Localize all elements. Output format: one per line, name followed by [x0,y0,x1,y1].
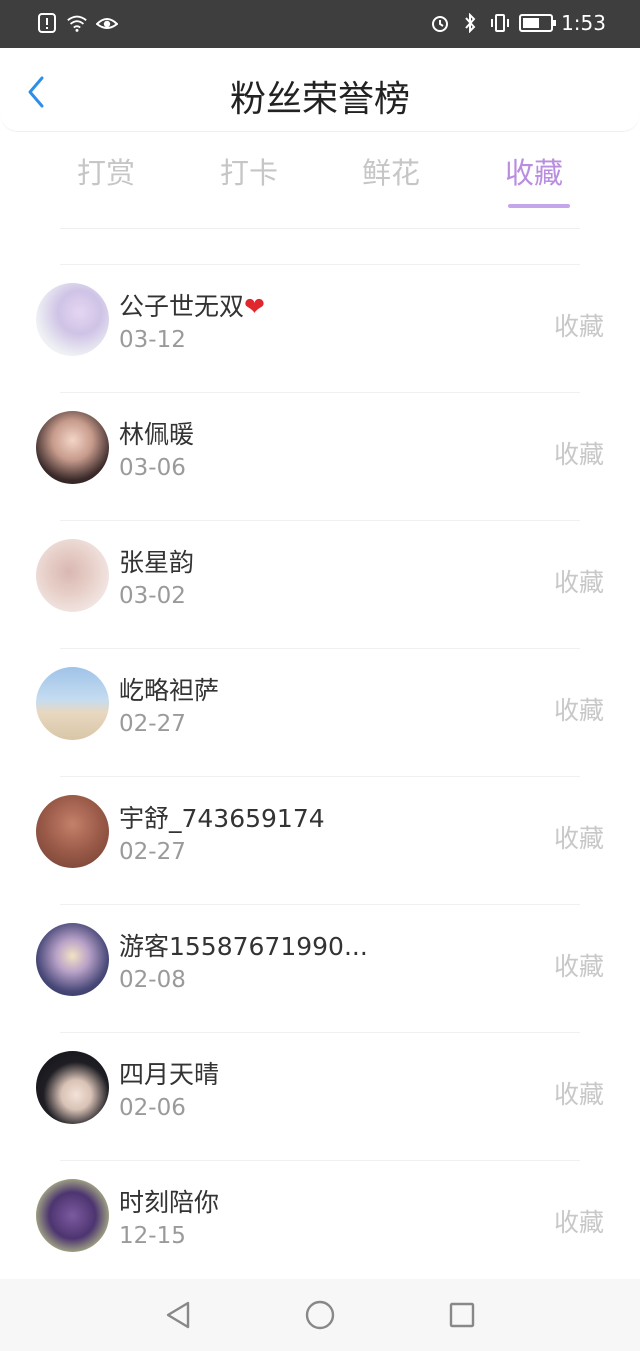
list-item[interactable]: 林佩暖 03-06 收藏 [36,392,604,520]
favorite-label: 收藏 [553,312,604,341]
avatar [36,1179,109,1252]
list-item[interactable]: 游客15587671990... 02-08 收藏 [36,904,604,1032]
favorite-label: 收藏 [553,568,604,597]
fan-list: 公子世无双❤ 03-12 收藏 林佩暖 03-06 收藏 张星韵 03-02 收… [0,264,640,1288]
date: 03-02 [119,583,186,609]
tab-flowers[interactable]: 鲜花 [336,150,446,192]
favorite-label: 收藏 [553,1208,604,1237]
tab-favorites[interactable]: 收藏 [479,150,589,208]
avatar [36,667,109,740]
avatar [36,539,109,612]
divider [60,228,580,229]
list-item[interactable]: 时刻陪你 12-15 收藏 [36,1160,604,1288]
heart-icon: ❤ [244,292,265,321]
tab-bar: 打赏 打卡 鲜花 收藏 [0,150,640,220]
back-triangle-icon [166,1301,190,1329]
wifi-icon [66,12,88,34]
date: 02-06 [119,1095,186,1121]
tab-checkin[interactable]: 打卡 [194,150,304,192]
status-left-icons [36,12,118,34]
status-right-icons: 1:53 [429,11,606,35]
date: 02-27 [119,839,186,865]
user-name: 四月天晴 [119,1060,220,1089]
list-item[interactable]: 四月天晴 02-06 收藏 [36,1032,604,1160]
avatar [36,923,109,996]
list-item[interactable]: 屹略袒萨 02-27 收藏 [36,648,604,776]
avatar [36,1051,109,1124]
tab-favorites-label: 收藏 [504,156,563,190]
nav-home-button[interactable] [302,1297,338,1333]
nav-back-button[interactable] [160,1297,196,1333]
vibrate-icon [489,12,511,34]
list-item[interactable]: 张星韵 03-02 收藏 [36,520,604,648]
date: 02-27 [119,711,186,737]
header: 粉丝荣誉榜 [0,48,640,132]
status-bar: 1:53 [0,0,640,48]
date: 03-12 [119,327,186,353]
nav-recents-button[interactable] [444,1297,480,1333]
favorite-label: 收藏 [553,440,604,469]
bluetooth-icon [459,12,481,34]
system-nav-bar [0,1279,640,1351]
favorite-label: 收藏 [553,1080,604,1109]
user-name: 屹略袒萨 [119,676,220,705]
home-circle-icon [305,1300,335,1330]
avatar [36,795,109,868]
user-name: 张星韵 [119,548,195,577]
page-title: 粉丝荣誉榜 [229,79,410,120]
tab-active-indicator [508,204,570,208]
recents-square-icon [449,1302,475,1328]
date: 03-06 [119,455,186,481]
avatar [36,411,109,484]
favorite-label: 收藏 [553,824,604,853]
tab-reward[interactable]: 打赏 [51,150,161,192]
list-item[interactable]: 公子世无双❤ 03-12 收藏 [36,264,604,392]
user-name: 宇舒_743659174 [119,804,325,833]
date: 02-08 [119,967,186,993]
user-name: 公子世无双❤ [119,292,265,321]
avatar [36,283,109,356]
user-name: 时刻陪你 [119,1188,220,1217]
eye-icon [96,12,118,34]
favorite-label: 收藏 [553,696,604,725]
alarm-icon [429,12,451,34]
list-item[interactable]: 宇舒_743659174 02-27 收藏 [36,776,604,904]
favorite-label: 收藏 [553,952,604,981]
warning-icon [36,12,58,34]
user-name: 林佩暖 [119,420,195,449]
battery-icon [519,14,557,32]
status-time: 1:53 [561,11,606,35]
user-name: 游客15587671990... [119,932,368,961]
date: 12-15 [119,1223,186,1249]
